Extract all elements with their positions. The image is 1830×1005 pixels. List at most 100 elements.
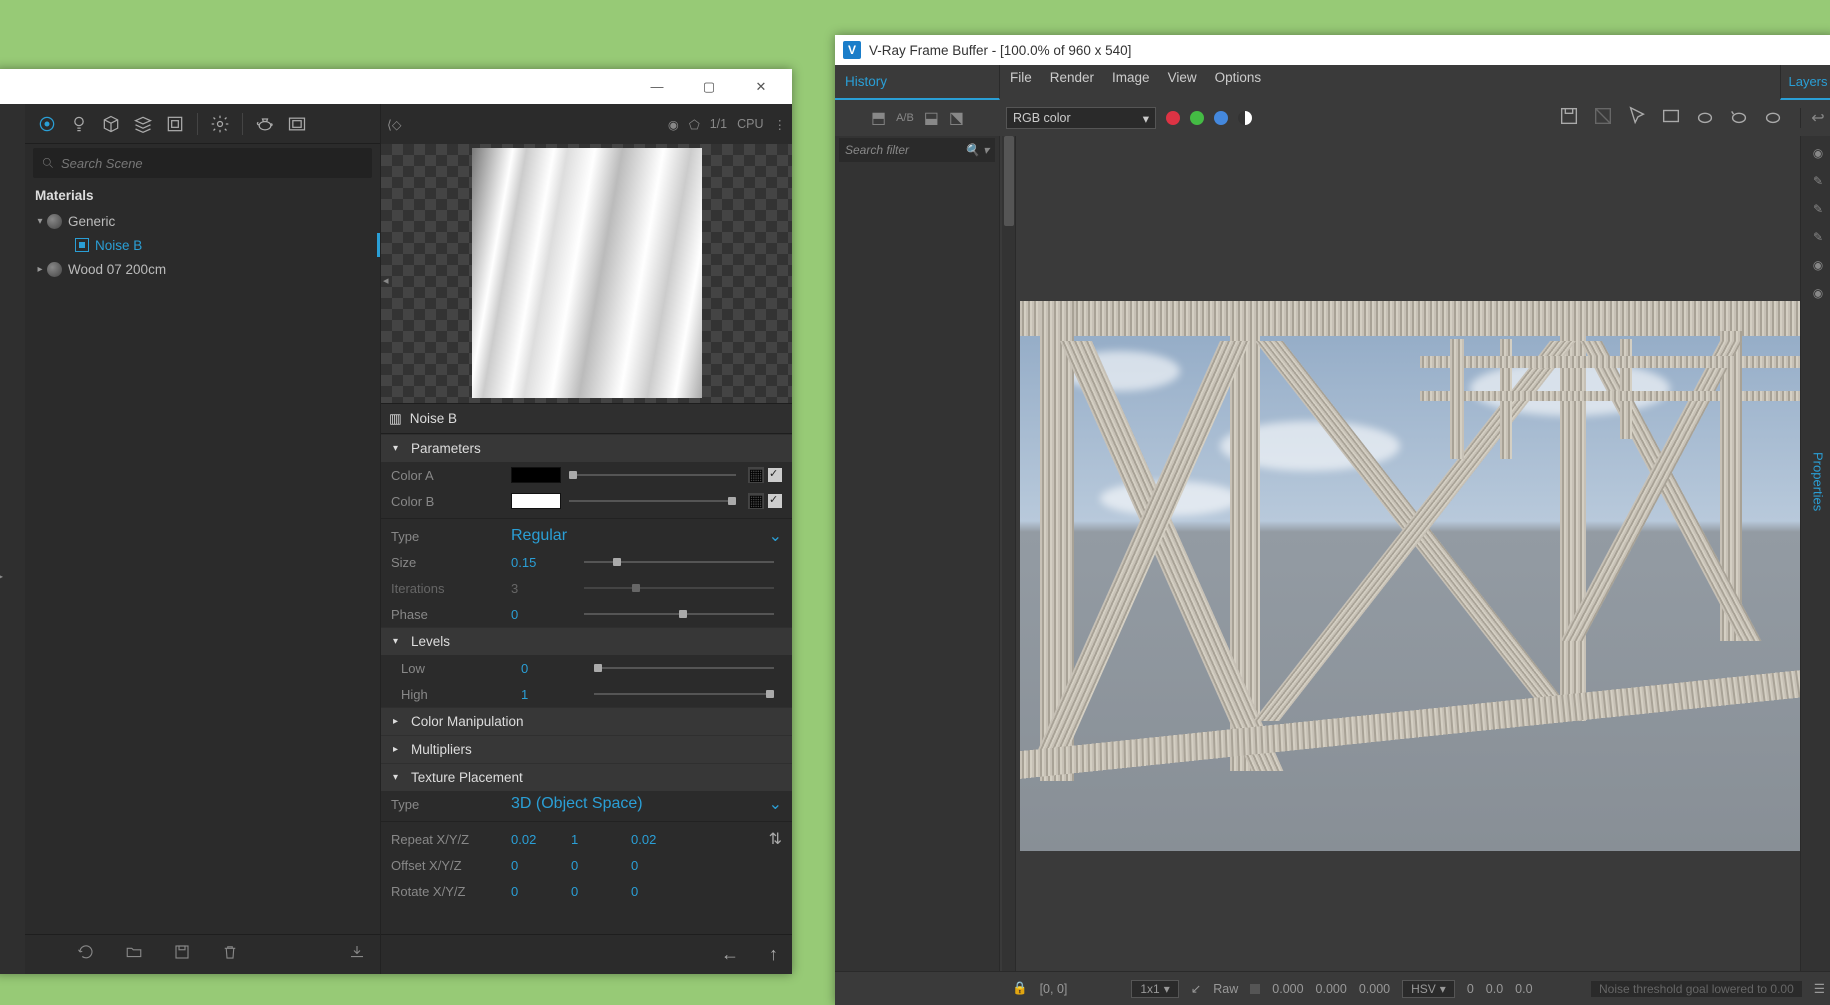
pencil2-icon[interactable]: ✎ bbox=[1809, 200, 1827, 218]
layers-tab[interactable]: Layers bbox=[1780, 65, 1830, 100]
low-slider[interactable] bbox=[594, 667, 774, 669]
cpu-label[interactable]: CPU bbox=[737, 117, 763, 131]
section-levels[interactable]: ▾Levels bbox=[381, 627, 792, 655]
chevron-down-icon[interactable]: ▾ bbox=[33, 216, 47, 227]
lock-icon[interactable]: 🔒 bbox=[1012, 981, 1028, 996]
menu-options[interactable]: Options bbox=[1215, 70, 1262, 85]
high-slider[interactable] bbox=[594, 693, 774, 695]
region-icon[interactable] bbox=[1660, 105, 1682, 132]
teapot2-icon[interactable] bbox=[1694, 105, 1716, 132]
section-parameters[interactable]: ▾Parameters bbox=[381, 434, 792, 462]
blue-channel-icon[interactable] bbox=[1214, 111, 1228, 125]
maximize-button[interactable]: ▢ bbox=[683, 69, 735, 104]
texture-slot-icon[interactable]: ▦ bbox=[748, 467, 764, 483]
frame-icon[interactable] bbox=[161, 110, 189, 138]
folder-open-icon[interactable] bbox=[125, 943, 143, 966]
add-layer-icon[interactable]: ↩ bbox=[1811, 108, 1824, 128]
pin-icon[interactable]: ⬠ bbox=[689, 117, 700, 132]
color-b-swatch[interactable] bbox=[511, 493, 561, 509]
bucket-icon[interactable] bbox=[1728, 105, 1750, 132]
save-history-icon[interactable]: ⬒ bbox=[871, 108, 886, 128]
texture-slot-icon[interactable]: ▦ bbox=[748, 493, 764, 509]
gear-icon[interactable] bbox=[206, 110, 234, 138]
eye2-icon[interactable]: ◉ bbox=[1809, 256, 1827, 274]
layers-icon[interactable] bbox=[129, 110, 157, 138]
light-icon[interactable] bbox=[65, 110, 93, 138]
viewport-scrollbar[interactable] bbox=[1002, 136, 1016, 971]
menu-render[interactable]: Render bbox=[1050, 70, 1094, 85]
render-viewport[interactable] bbox=[1000, 136, 1800, 971]
more-icon[interactable]: ⋮ bbox=[774, 117, 787, 132]
color-a-swatch[interactable] bbox=[511, 467, 561, 483]
pencil-icon[interactable]: ✎ bbox=[1809, 172, 1827, 190]
tree-item-noise-b[interactable]: Noise B bbox=[25, 233, 380, 257]
import-icon[interactable] bbox=[348, 943, 366, 966]
properties-tab[interactable]: Properties bbox=[1811, 452, 1826, 511]
hierarchy-icon[interactable]: ▥ bbox=[389, 411, 402, 427]
curve-icon[interactable]: ↙ bbox=[1191, 981, 1201, 996]
save-icon[interactable] bbox=[173, 943, 191, 966]
delete-icon[interactable] bbox=[221, 943, 239, 966]
checkbox[interactable] bbox=[768, 494, 782, 508]
menu-image[interactable]: Image bbox=[1112, 70, 1150, 85]
vray-frame-buffer-window: V V-Ray Frame Buffer - [100.0% of 960 x … bbox=[835, 35, 1830, 1005]
section-texture-placement[interactable]: ▾Texture Placement bbox=[381, 763, 792, 791]
opts-icon[interactable]: ◉ bbox=[668, 117, 679, 132]
settings-toggle-icon[interactable]: ☰ bbox=[1814, 981, 1825, 996]
color-b-slider[interactable] bbox=[569, 500, 736, 502]
minimize-button[interactable]: — bbox=[631, 69, 683, 104]
home-icon[interactable] bbox=[33, 110, 61, 138]
close-button[interactable]: ✕ bbox=[735, 69, 787, 104]
mono-channel-icon[interactable] bbox=[1238, 111, 1252, 125]
load-b-icon[interactable]: ⬔ bbox=[949, 108, 964, 128]
section-multipliers[interactable]: ▸Multipliers bbox=[381, 735, 792, 763]
menu-file[interactable]: File bbox=[1010, 70, 1032, 85]
back-icon[interactable]: ⟨◇ bbox=[387, 117, 402, 132]
load-a-icon[interactable]: ⬓ bbox=[924, 108, 939, 128]
region-render-icon[interactable] bbox=[283, 110, 311, 138]
pencil3-icon[interactable]: ✎ bbox=[1809, 228, 1827, 246]
cursor-icon[interactable] bbox=[1626, 105, 1648, 132]
cube-icon[interactable] bbox=[97, 110, 125, 138]
save-image-icon[interactable] bbox=[1558, 105, 1580, 132]
section-color-manipulation[interactable]: ▸Color Manipulation bbox=[381, 707, 792, 735]
color-mode-selector[interactable]: HSV▾ bbox=[1402, 980, 1455, 998]
teapot-icon[interactable] bbox=[251, 110, 279, 138]
chevron-right-icon[interactable]: ▸ bbox=[33, 264, 47, 275]
red-channel-icon[interactable] bbox=[1166, 111, 1180, 125]
green-channel-icon[interactable] bbox=[1190, 111, 1204, 125]
eye-icon[interactable]: ◉ bbox=[1809, 144, 1827, 162]
teapot3-icon[interactable] bbox=[1762, 105, 1784, 132]
param-type[interactable]: Type Regular ⌄ bbox=[381, 523, 792, 549]
up-arrow-icon[interactable]: ↑ bbox=[769, 944, 778, 965]
tree-item-wood[interactable]: ▸ Wood 07 200cm bbox=[25, 257, 380, 281]
expand-rail-icon[interactable]: ▸ bbox=[0, 569, 3, 583]
history-tab[interactable]: History bbox=[835, 65, 1000, 100]
expand-preview-icon[interactable]: ◂ bbox=[383, 274, 389, 287]
tree-label: Wood 07 200cm bbox=[68, 262, 166, 277]
size-slider[interactable] bbox=[584, 561, 774, 563]
placement-type[interactable]: Type 3D (Object Space) ⌄ bbox=[381, 791, 792, 817]
menu-view[interactable]: View bbox=[1168, 70, 1197, 85]
tree-item-generic[interactable]: ▾ Generic bbox=[25, 209, 380, 233]
titlebar[interactable]: V V-Ray Frame Buffer - [100.0% of 960 x … bbox=[835, 35, 1830, 65]
phase-slider[interactable] bbox=[584, 613, 774, 615]
tree-label: Noise B bbox=[95, 238, 142, 253]
back-arrow-icon[interactable]: ← bbox=[721, 944, 739, 965]
material-preview[interactable]: ◂ bbox=[381, 144, 792, 404]
checkbox[interactable] bbox=[768, 468, 782, 482]
clear-icon[interactable] bbox=[1592, 105, 1614, 132]
search-icon: 🔍 ▾ bbox=[965, 143, 989, 157]
chevron-down-icon[interactable]: ⌄ bbox=[769, 794, 782, 814]
ab-compare-icon[interactable]: A/B bbox=[896, 112, 914, 124]
eye3-icon[interactable]: ◉ bbox=[1809, 284, 1827, 302]
chevron-down-icon[interactable]: ⌄ bbox=[769, 526, 782, 546]
history-search[interactable]: Search filter 🔍 ▾ bbox=[839, 138, 995, 162]
link-icon[interactable]: ⇅ bbox=[769, 829, 782, 849]
channel-combo[interactable]: RGB color▾ bbox=[1006, 107, 1156, 129]
grid-selector[interactable]: 1x1▾ bbox=[1131, 980, 1178, 998]
refresh-icon[interactable] bbox=[77, 943, 95, 966]
search-input[interactable]: Search Scene bbox=[33, 148, 372, 178]
raw-checkbox[interactable] bbox=[1250, 984, 1260, 994]
color-a-slider[interactable] bbox=[569, 474, 736, 476]
